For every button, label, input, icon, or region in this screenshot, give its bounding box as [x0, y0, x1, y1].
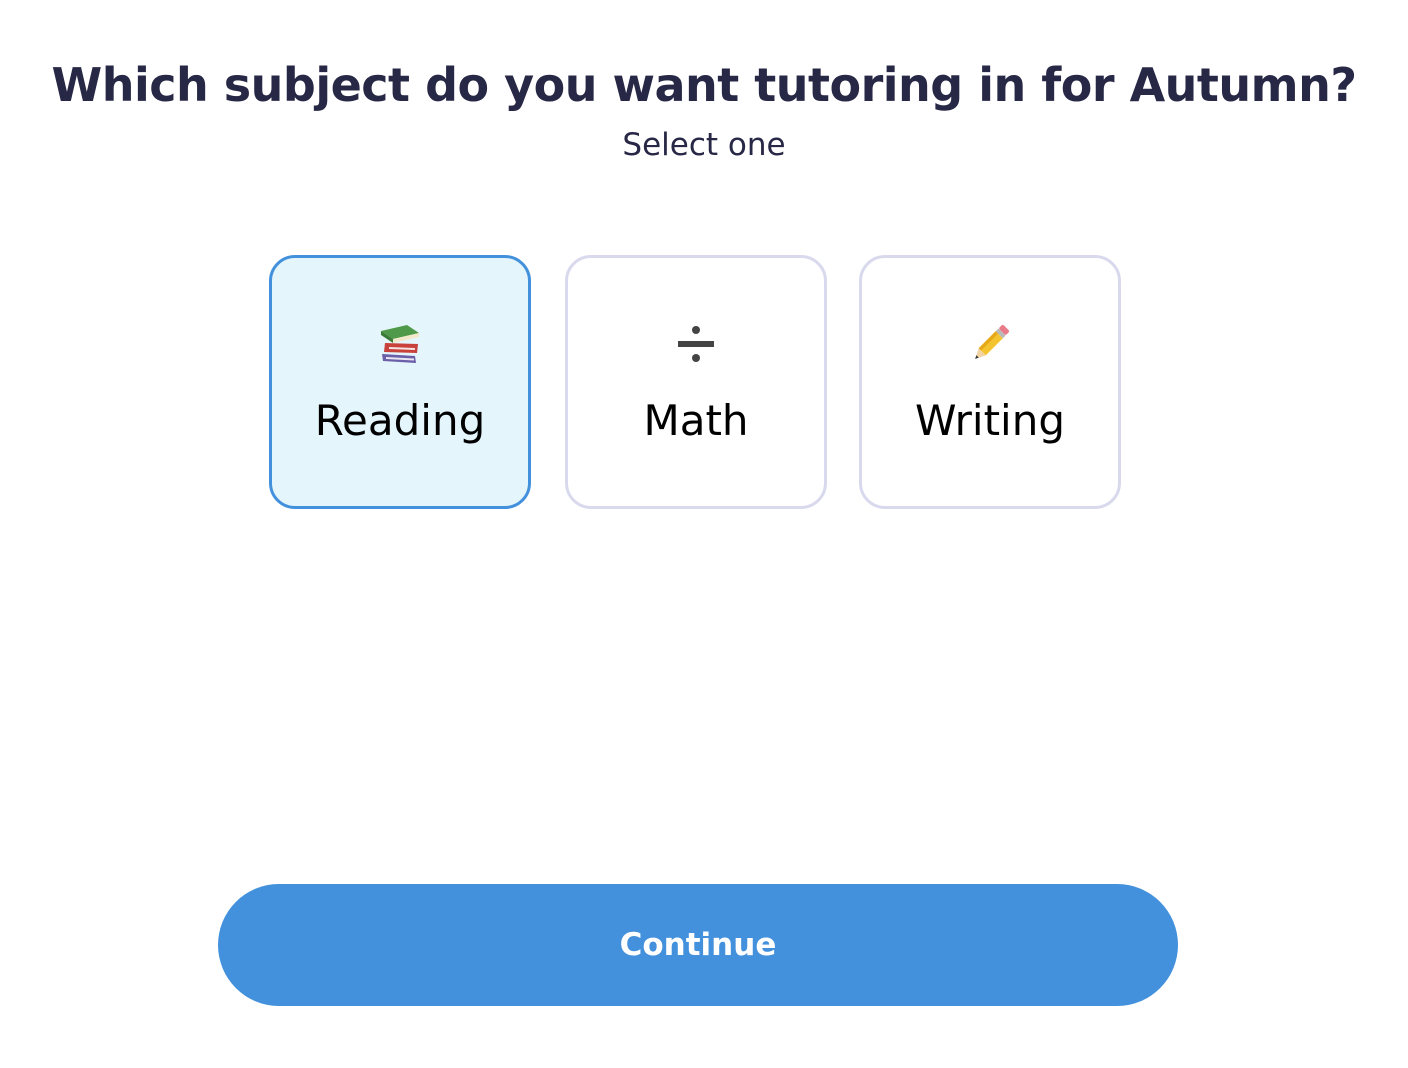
pencil-icon — [862, 320, 1118, 368]
books-icon — [272, 320, 528, 368]
option-writing[interactable]: Writing — [859, 255, 1121, 509]
option-label: Math — [643, 396, 749, 445]
continue-button[interactable]: Continue — [218, 884, 1178, 1006]
page-subtitle: Select one — [622, 127, 786, 163]
division-sign-icon — [568, 320, 824, 368]
option-label: Reading — [314, 396, 486, 445]
option-label: Writing — [915, 396, 1065, 445]
option-reading[interactable]: Reading — [269, 255, 531, 509]
option-math[interactable]: Math — [565, 255, 827, 509]
page-title: Which subject do you want tutoring in fo… — [51, 58, 1357, 112]
